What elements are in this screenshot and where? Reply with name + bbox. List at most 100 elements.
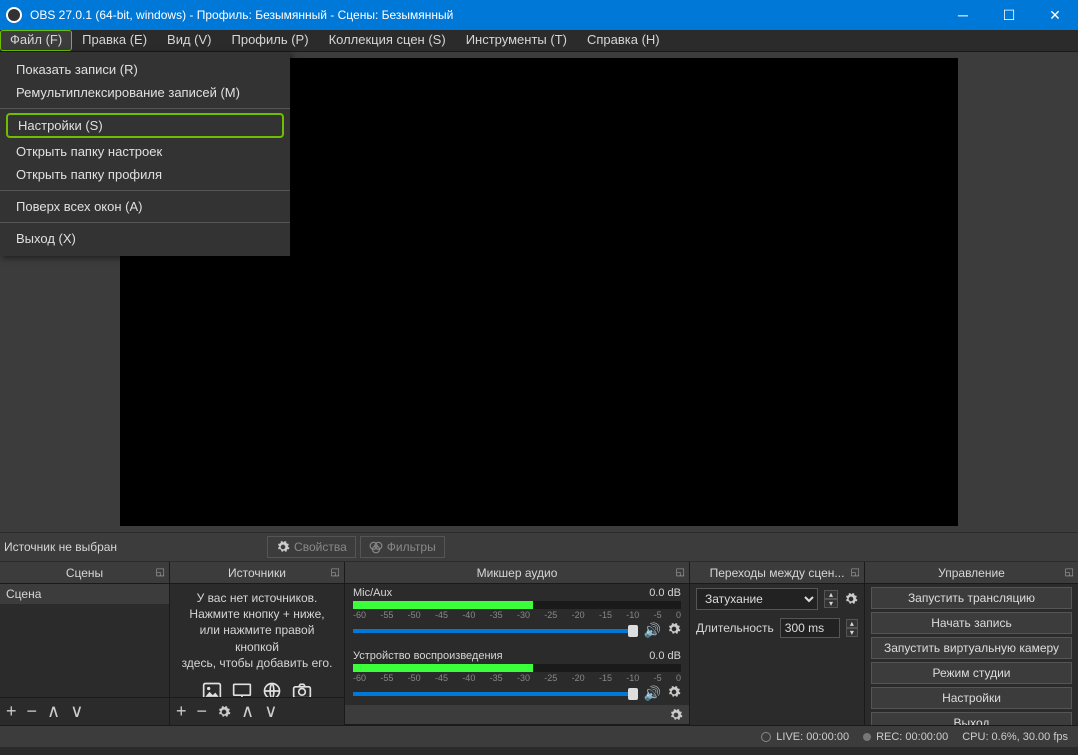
sources-header[interactable]: Источники ◱ (170, 562, 344, 584)
popout-icon[interactable]: ◱ (676, 567, 685, 578)
controls-title: Управление (938, 566, 1005, 580)
mixer-settings-button[interactable] (669, 708, 683, 722)
move-source-down[interactable]: ∨ (264, 701, 277, 722)
separator (0, 108, 290, 109)
add-scene-button[interactable]: + (6, 701, 17, 722)
studio-mode-button[interactable]: Режим студии (871, 662, 1072, 684)
menu-profile[interactable]: Профиль (P) (222, 30, 319, 51)
settings-button[interactable]: Настройки (871, 687, 1072, 709)
popout-icon[interactable]: ◱ (851, 567, 860, 578)
status-cpu: CPU: 0.6%, 30.00 fps (962, 731, 1068, 743)
channel-name: Mic/Aux (353, 587, 392, 599)
menu-open-settings-folder[interactable]: Открыть папку настроек (0, 140, 290, 163)
channel-settings-button[interactable] (667, 685, 681, 699)
start-stream-button[interactable]: Запустить трансляцию (871, 587, 1072, 609)
start-record-button[interactable]: Начать запись (871, 612, 1072, 634)
meter-ticks: -60-55-50-45-40-35-30-25-20-15-10-50 (353, 610, 681, 620)
popout-icon[interactable]: ◱ (331, 567, 340, 578)
menu-tools[interactable]: Инструменты (T) (456, 30, 577, 51)
menu-file[interactable]: Файл (F) (0, 30, 72, 51)
menu-edit[interactable]: Правка (E) (72, 30, 157, 51)
transition-settings-button[interactable] (844, 592, 858, 606)
popout-icon[interactable]: ◱ (1065, 567, 1074, 578)
sources-title: Источники (228, 566, 286, 580)
separator (0, 222, 290, 223)
maximize-button[interactable]: ☐ (986, 0, 1032, 30)
broadcast-icon (761, 732, 771, 742)
channel-name: Устройство воспроизведения (353, 650, 503, 662)
mixer-header[interactable]: Микшер аудио ◱ (345, 562, 689, 584)
audio-meter (353, 664, 681, 672)
menu-scene-collection[interactable]: Коллекция сцен (S) (319, 30, 456, 51)
close-button[interactable]: ✕ (1032, 0, 1078, 30)
add-source-button[interactable]: + (176, 701, 187, 722)
channel-db: 0.0 dB (649, 650, 681, 662)
duration-label: Длительность (696, 621, 774, 635)
menu-show-recordings[interactable]: Показать записи (R) (0, 58, 290, 81)
scenes-header[interactable]: Сцены ◱ (0, 562, 169, 584)
status-rec: REC: 00:00:00 (863, 731, 948, 743)
scene-item[interactable]: Сцена (0, 584, 169, 604)
transition-spinner[interactable]: ▴▾ (824, 590, 838, 608)
menu-exit[interactable]: Выход (X) (0, 227, 290, 250)
menu-open-profile-folder[interactable]: Открыть папку профиля (0, 163, 290, 186)
menubar: Файл (F) Правка (E) Вид (V) Профиль (P) … (0, 30, 1078, 52)
remove-scene-button[interactable]: − (27, 701, 38, 722)
menu-view[interactable]: Вид (V) (157, 30, 221, 51)
channel-db: 0.0 dB (649, 587, 681, 599)
move-scene-up[interactable]: ∧ (47, 701, 60, 722)
filter-icon (369, 540, 383, 554)
gear-icon (276, 540, 290, 554)
statusbar: LIVE: 00:00:00 REC: 00:00:00 CPU: 0.6%, … (0, 725, 1078, 747)
titlebar: OBS 27.0.1 (64-bit, windows) - Профиль: … (0, 0, 1078, 30)
file-dropdown: Показать записи (R) Ремультиплексировани… (0, 52, 290, 256)
menu-help[interactable]: Справка (H) (577, 30, 670, 51)
image-icon (201, 681, 223, 697)
sources-dock: Источники ◱ У вас нет источников. Нажмит… (170, 562, 345, 725)
no-source-label: Источник не выбран (4, 540, 267, 554)
duration-input[interactable] (780, 618, 840, 638)
display-icon (231, 681, 253, 697)
transition-select[interactable]: Затухание (696, 588, 818, 610)
transitions-header[interactable]: Переходы между сцен... ◱ (690, 562, 864, 584)
move-source-up[interactable]: ∧ (241, 701, 254, 722)
sources-empty-hint: У вас нет источников. Нажмите кнопку + н… (170, 584, 344, 677)
meter-ticks: -60-55-50-45-40-35-30-25-20-15-10-50 (353, 673, 681, 683)
exit-button[interactable]: Выход (871, 712, 1072, 725)
transitions-dock: Переходы между сцен... ◱ Затухание ▴▾ Дл… (690, 562, 865, 725)
speaker-icon[interactable]: 🔊 (644, 622, 661, 639)
audio-meter (353, 601, 681, 609)
filters-label: Фильтры (387, 540, 436, 554)
channel-settings-button[interactable] (667, 622, 681, 636)
volume-slider[interactable] (353, 692, 638, 696)
record-dot-icon (863, 733, 871, 741)
transitions-title: Переходы между сцен... (710, 566, 845, 580)
camera-icon (291, 681, 313, 697)
minimize-button[interactable]: ─ (940, 0, 986, 30)
popout-icon[interactable]: ◱ (156, 567, 165, 578)
duration-spinner[interactable]: ▴▾ (846, 619, 858, 637)
mixer-dock: Микшер аудио ◱ Mic/Aux 0.0 dB -60-55-50-… (345, 562, 690, 725)
controls-header[interactable]: Управление ◱ (865, 562, 1078, 584)
separator (0, 190, 290, 191)
docks: Сцены ◱ Сцена + − ∧ ∨ Источники ◱ У вас … (0, 562, 1078, 725)
menu-remux[interactable]: Ремультиплексирование записей (M) (0, 81, 290, 104)
volume-slider[interactable] (353, 629, 638, 633)
move-scene-down[interactable]: ∨ (70, 701, 83, 722)
app-icon (6, 7, 22, 23)
filters-button[interactable]: Фильтры (360, 536, 445, 558)
scenes-dock: Сцены ◱ Сцена + − ∧ ∨ (0, 562, 170, 725)
speaker-icon[interactable]: 🔊 (644, 685, 661, 702)
mixer-channel-mic: Mic/Aux 0.0 dB -60-55-50-45-40-35-30-25-… (345, 584, 689, 641)
mixer-title: Микшер аудио (477, 566, 558, 580)
properties-button[interactable]: Свойства (267, 536, 356, 558)
properties-label: Свойства (294, 540, 347, 554)
menu-always-on-top[interactable]: Поверх всех окон (A) (0, 195, 290, 218)
window-title: OBS 27.0.1 (64-bit, windows) - Профиль: … (30, 8, 940, 22)
source-settings-button[interactable] (217, 705, 231, 719)
source-toolbar: Источник не выбран Свойства Фильтры (0, 532, 1078, 562)
start-vcam-button[interactable]: Запустить виртуальную камеру (871, 637, 1072, 659)
source-type-icons (170, 677, 344, 697)
menu-settings[interactable]: Настройки (S) (6, 113, 284, 138)
remove-source-button[interactable]: − (197, 701, 208, 722)
